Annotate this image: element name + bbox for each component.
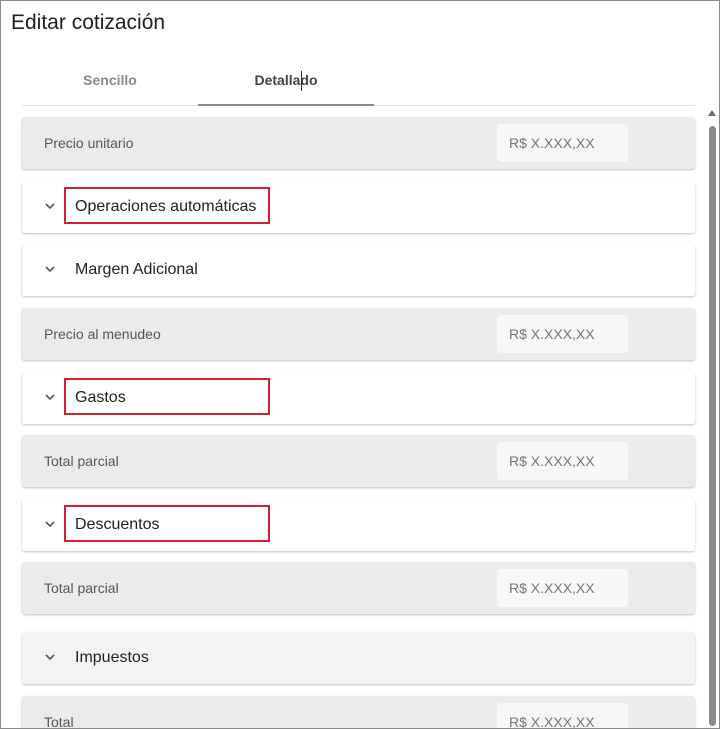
section-gastos[interactable]: Gastos [22,372,695,424]
scrollbar-thumb[interactable] [709,126,716,726]
row-total-parcial: Total parcial [22,562,695,614]
operaciones-automaticas-label: Operaciones automáticas [75,198,257,215]
vertical-scrollbar[interactable] [706,108,718,728]
tab-detallado[interactable]: Detallado [198,61,374,105]
total-parcial-label: Total parcial [44,453,119,469]
total-input[interactable] [497,703,628,728]
precio-unitario-input[interactable] [497,124,628,162]
descuentos-label: Descuentos [75,516,160,533]
mouse-text-cursor [301,71,302,91]
gastos-label: Gastos [75,389,126,406]
chevron-down-icon [45,266,55,273]
total-parcial-label: Total parcial [44,580,119,596]
dialog-title: Editar cotización [11,11,166,34]
details-list: Precio unitario Operaciones automáticas … [1,106,719,728]
section-margen-adicional[interactable]: Margen Adicional [22,244,695,296]
tab-sencillo[interactable]: Sencillo [22,61,198,105]
row-total-parcial: Total parcial [22,435,695,487]
chevron-down-icon [45,394,55,401]
tab-bar: Sencillo Detallado [22,61,695,106]
total-parcial-input[interactable] [497,569,628,607]
chevron-down-icon [45,203,55,210]
section-impuestos[interactable]: Impuestos [22,632,695,684]
precio-unitario-label: Precio unitario [44,135,134,151]
row-precio-unitario: Precio unitario [22,117,695,169]
section-descuentos[interactable]: Descuentos [22,499,695,551]
edit-quote-dialog: Editar cotización Sencillo Detallado Pre… [0,0,720,729]
row-precio-al-menudeo: Precio al menudeo [22,308,695,360]
total-parcial-input[interactable] [497,442,628,480]
scroll-up-arrow-icon[interactable] [708,110,716,116]
precio-al-menudeo-input[interactable] [497,315,628,353]
row-total: Total [22,696,695,728]
chevron-down-icon [45,521,55,528]
impuestos-label: Impuestos [75,649,149,666]
section-operaciones-automaticas[interactable]: Operaciones automáticas [22,181,695,233]
total-label: Total [44,714,74,728]
chevron-down-icon [45,654,55,661]
margen-adicional-label: Margen Adicional [75,261,198,278]
precio-al-menudeo-label: Precio al menudeo [44,326,161,342]
